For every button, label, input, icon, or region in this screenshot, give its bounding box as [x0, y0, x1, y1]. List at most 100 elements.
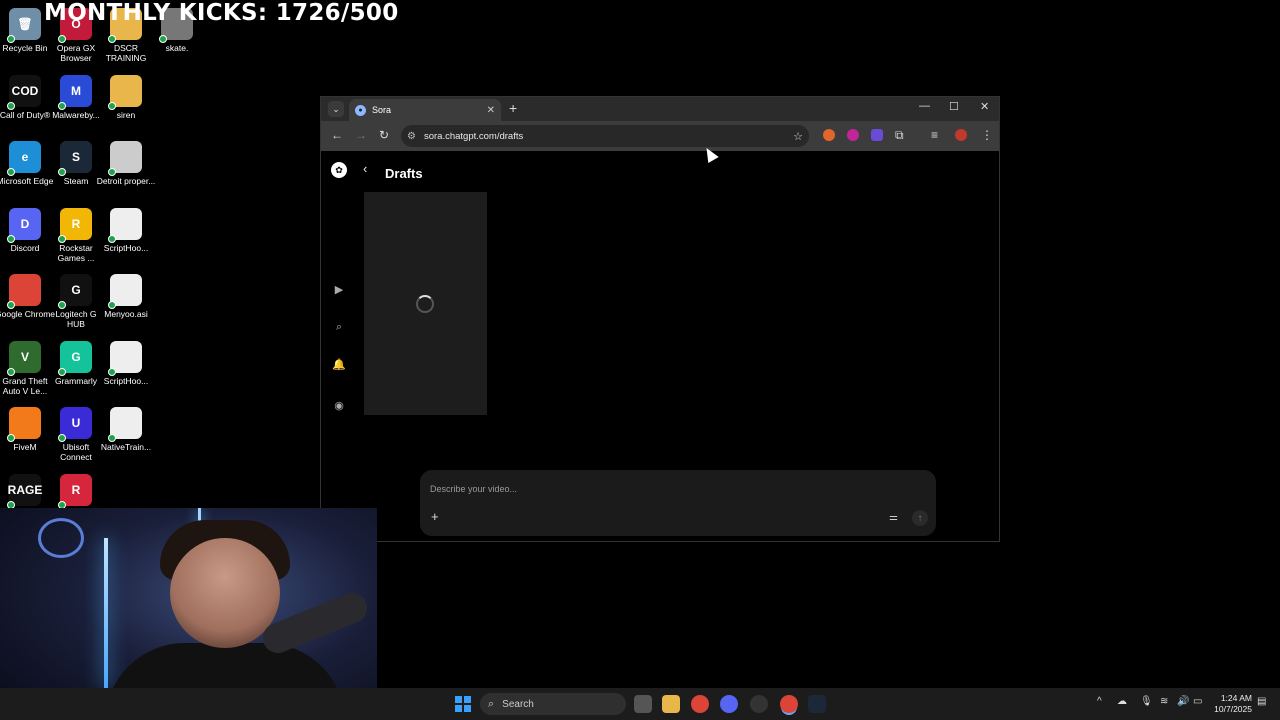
- desktop-icon-siren[interactable]: siren: [98, 75, 154, 120]
- sync-check-icon: [159, 35, 167, 43]
- taskbar: ⌕ Search ^ ☁ 🎙 ≋ 🔊 ▭ 1:24 AM 10/7/2025 ▤: [0, 688, 1280, 720]
- volume-icon[interactable]: 🔊: [1177, 696, 1189, 707]
- sync-check-icon: [108, 35, 116, 43]
- reload-icon[interactable]: ↻: [379, 128, 389, 142]
- video-nav-icon[interactable]: ▶: [332, 282, 346, 296]
- recycle-bin-icon: 🗑: [7, 8, 41, 43]
- desktop-icon-label: skate.: [165, 43, 189, 53]
- back-chevron-icon[interactable]: ‹: [363, 161, 367, 176]
- scripthoo-icon: [108, 341, 142, 376]
- profile-avatar-icon[interactable]: [955, 129, 967, 141]
- notifications-bell-icon[interactable]: 🔔: [332, 357, 346, 371]
- draft-card[interactable]: [364, 192, 487, 415]
- led-light: [104, 538, 108, 688]
- ubisoft-connect-icon: U: [58, 407, 92, 442]
- microsoft-edge-icon: e: [7, 141, 41, 176]
- sync-check-icon: [7, 235, 15, 243]
- start-button[interactable]: [455, 696, 471, 712]
- steam-icon: S: [58, 141, 92, 176]
- media-queue-icon[interactable]: ≡: [931, 128, 938, 142]
- tab-search-dropdown-button[interactable]: ⌄: [328, 101, 344, 117]
- desktop-icon-label: NativeTrain...: [100, 442, 152, 452]
- back-arrow-icon[interactable]: ←: [331, 128, 343, 142]
- close-tab-icon[interactable]: ✕: [487, 105, 495, 116]
- forward-arrow-icon[interactable]: →: [355, 128, 367, 142]
- microphone-icon[interactable]: 🎙: [1140, 696, 1153, 707]
- search-nav-icon[interactable]: ⌕: [332, 320, 346, 334]
- extension-icon-3[interactable]: [871, 129, 883, 141]
- discord-taskbar-icon[interactable]: [720, 695, 738, 713]
- desktop-icon-nativetrain[interactable]: NativeTrain...: [98, 407, 154, 452]
- extension-icon-1[interactable]: [823, 129, 835, 141]
- desktop-icon-label: ScriptHoo...: [103, 243, 149, 253]
- prompt-input[interactable]: Describe your video...: [430, 484, 517, 494]
- sync-check-icon: [58, 168, 66, 176]
- desktop-icon-label: ScriptHoo...: [103, 376, 149, 386]
- desktop-icon-menyoo-asi[interactable]: Menyoo.asi: [98, 274, 154, 319]
- close-window-button[interactable]: ✕: [980, 100, 989, 113]
- monthly-kicks-banner: MONTHLY KICKS: 1726/500: [44, 0, 399, 26]
- sync-check-icon: [108, 434, 116, 442]
- app-icon: R: [58, 474, 92, 509]
- address-bar[interactable]: ⚙ sora.chatgpt.com/drafts ☆: [401, 125, 809, 147]
- chrome-taskbar-icon[interactable]: [691, 695, 709, 713]
- sora-logo-icon[interactable]: ✿: [331, 162, 347, 178]
- sync-check-icon: [108, 368, 116, 376]
- profile-nav-icon[interactable]: ◉: [332, 398, 346, 412]
- new-tab-button[interactable]: +: [509, 100, 517, 116]
- wifi-icon[interactable]: ≋: [1160, 696, 1168, 707]
- browser-menu-icon[interactable]: ⋮: [981, 128, 993, 142]
- sync-check-icon: [7, 35, 15, 43]
- desktop-icon-ubisoft-connect[interactable]: U Ubisoft Connect: [48, 407, 104, 462]
- task-view-icon[interactable]: [634, 695, 652, 713]
- extensions-puzzle-icon[interactable]: ⧉: [895, 128, 904, 143]
- sync-check-icon: [7, 102, 15, 110]
- sora-page: ✿ ‹ Drafts ▶ ⌕ 🔔 ◉ Describe your video..…: [321, 151, 999, 541]
- add-attachment-button[interactable]: +: [431, 509, 439, 524]
- malwareby-icon: M: [58, 75, 92, 110]
- extension-icon-2[interactable]: [847, 129, 859, 141]
- settings-sliders-icon[interactable]: ⚌: [889, 512, 898, 523]
- minimize-button[interactable]: —: [919, 100, 930, 112]
- video-prompt-composer[interactable]: Describe your video... + ⚌ ↑: [420, 470, 936, 536]
- sync-check-icon: [7, 301, 15, 309]
- bookmark-star-icon[interactable]: ☆: [793, 130, 803, 143]
- desktop-icon-logitech-g-hub[interactable]: G Logitech G HUB: [48, 274, 104, 329]
- rage-icon: RAGE: [7, 474, 42, 509]
- desktop-icon-label: siren: [116, 110, 136, 120]
- desktop-icon-grand-theft-auto-v-le[interactable]: V Grand Theft Auto V Le...: [0, 341, 53, 396]
- app-taskbar-icon[interactable]: [750, 695, 768, 713]
- rockstar-games-icon: R: [58, 208, 92, 243]
- send-button[interactable]: ↑: [912, 510, 928, 526]
- steam-taskbar-icon[interactable]: [808, 695, 826, 713]
- desktop-icon-label: Detroit proper...: [96, 176, 156, 186]
- sync-check-icon: [108, 102, 116, 110]
- tab-sora[interactable]: ● Sora ✕: [349, 99, 501, 121]
- siren-icon: [108, 75, 142, 110]
- grand-theft-auto-v-le-icon: V: [7, 341, 41, 376]
- search-icon: ⌕: [488, 697, 495, 710]
- desktop-icon-scripthoo[interactable]: ScriptHoo...: [98, 208, 154, 253]
- clock[interactable]: 1:24 AM 10/7/2025: [1212, 693, 1252, 715]
- onedrive-cloud-icon[interactable]: ☁: [1117, 696, 1127, 707]
- tray-overflow-chevron-icon[interactable]: ^: [1097, 696, 1102, 707]
- maximize-button[interactable]: ☐: [949, 100, 959, 113]
- battery-icon[interactable]: ▭: [1193, 696, 1202, 707]
- sora-favicon-icon: ●: [355, 104, 366, 116]
- sync-check-icon: [58, 235, 66, 243]
- sync-check-icon: [58, 368, 66, 376]
- desktop-icon-scripthoo[interactable]: ScriptHoo...: [98, 341, 154, 386]
- sync-check-icon: [58, 102, 66, 110]
- desktop-icon-app[interactable]: R: [48, 474, 104, 509]
- desktop-icon-detroit-proper[interactable]: Detroit proper...: [96, 141, 156, 186]
- browser-window: ⌄ ● Sora ✕ + — ☐ ✕ ← → ↻ ⚙ sora.chatgpt.…: [320, 96, 1000, 542]
- browser-toolbar: ← → ↻ ⚙ sora.chatgpt.com/drafts ☆ ⧉ ≡ ⋮: [321, 121, 999, 151]
- desktop-icon-rockstar-games[interactable]: R Rockstar Games ...: [48, 208, 104, 263]
- site-info-icon[interactable]: ⚙: [407, 131, 416, 142]
- file-explorer-icon[interactable]: [662, 695, 680, 713]
- chrome-active-taskbar-icon[interactable]: [780, 695, 798, 713]
- notification-center-icon[interactable]: ▤: [1257, 696, 1266, 707]
- nativetrain-icon: [108, 407, 142, 442]
- taskbar-search[interactable]: ⌕ Search: [480, 693, 626, 715]
- menyoo-asi-icon: [108, 274, 142, 309]
